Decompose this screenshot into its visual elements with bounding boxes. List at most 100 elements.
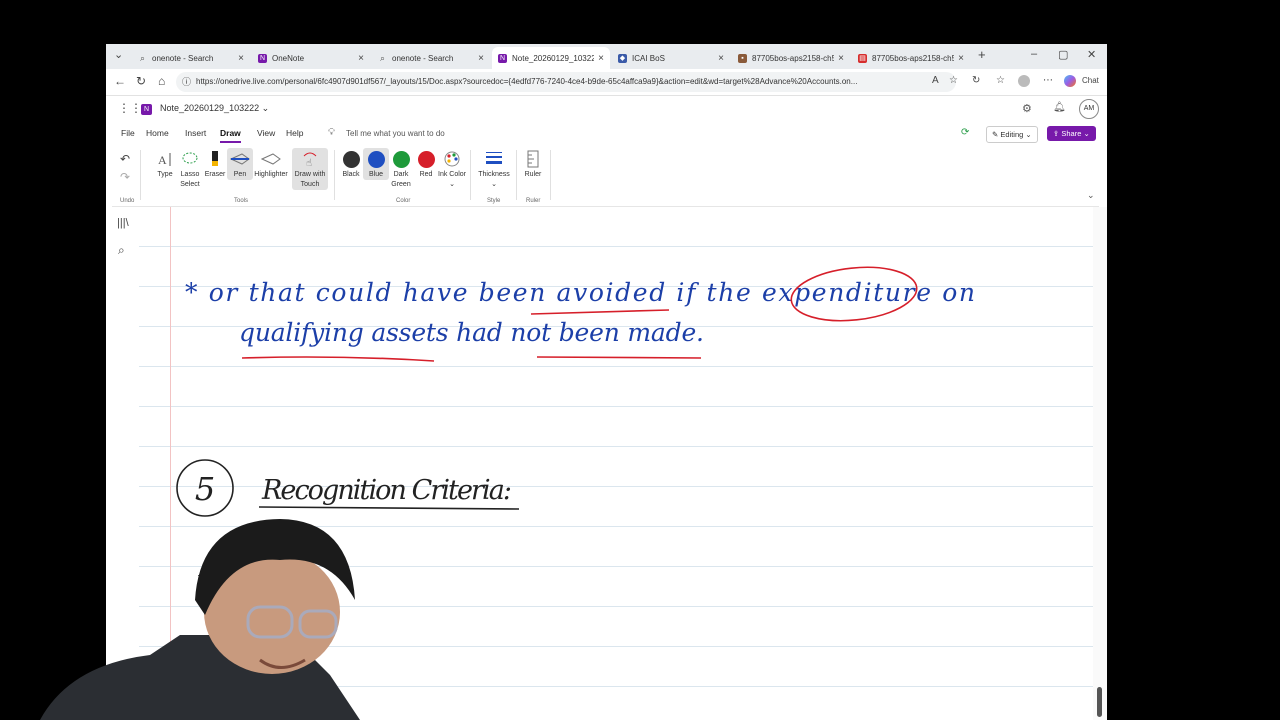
tab-pdf-1[interactable]: ▪ 87705bos-aps2158-ch5u × <box>732 47 850 69</box>
webcam-presenter-overlay <box>40 519 360 720</box>
pen-tool[interactable]: Pen <box>227 148 253 180</box>
refresh-icon[interactable]: ↻ <box>136 74 146 88</box>
color-dark-green-button[interactable]: Dark Green <box>388 148 414 190</box>
ruler-button[interactable]: Ruler <box>520 148 546 180</box>
color-label: Dark Green <box>391 171 411 188</box>
more-menu-icon[interactable]: ⋯ <box>1043 75 1053 86</box>
ink-line-1: * or that could have been avoided if the… <box>185 278 975 307</box>
close-window-icon[interactable]: ✕ <box>1087 48 1096 61</box>
maximize-icon[interactable]: ▢ <box>1058 48 1068 61</box>
tab-onenote[interactable]: N OneNote × <box>252 47 370 69</box>
ribbon-divider <box>516 150 517 200</box>
notification-bell-icon[interactable]: 🔔︎ <box>1053 102 1066 113</box>
close-tab-icon[interactable]: × <box>838 53 844 64</box>
color-red-button[interactable]: Red <box>413 148 439 180</box>
tool-label: Eraser <box>204 171 226 178</box>
minimize-icon[interactable]: – <box>1031 48 1037 60</box>
palette-icon <box>438 148 466 170</box>
notebooks-icon[interactable]: |||\ <box>117 217 129 229</box>
pen-icon <box>227 148 253 170</box>
back-icon[interactable]: ← <box>114 74 126 88</box>
menu-file[interactable]: File <box>121 128 135 138</box>
refresh-extension-icon[interactable]: ↻ <box>972 75 980 86</box>
color-label: Blue <box>368 171 383 178</box>
read-aloud-icon[interactable]: A <box>932 75 939 86</box>
collapse-ribbon-icon[interactable]: ⌄ <box>1087 190 1095 201</box>
ruler-icon <box>520 148 546 170</box>
close-tab-icon[interactable]: × <box>478 53 484 64</box>
heading-text: Recognition Criteria: <box>261 475 512 506</box>
highlighter-tool[interactable]: Highlighter <box>254 148 288 180</box>
menu-help[interactable]: Help <box>286 128 303 138</box>
tab-title: onenote - Search <box>392 53 454 63</box>
color-label: Red <box>419 171 433 178</box>
app-launcher-icon[interactable]: ⋮⋮ <box>118 101 142 115</box>
onenote-icon: N <box>258 53 267 63</box>
lasso-select-tool[interactable]: Lasso Select <box>177 148 203 190</box>
tab-actions-chevron-icon[interactable]: ⌄ <box>114 48 123 61</box>
tab-title: 87705bos-aps2158-ch5u <box>872 53 955 63</box>
lightbulb-icon: 💡︎ <box>328 127 335 138</box>
lasso-icon <box>177 148 203 170</box>
address-bar-row: ← ↻ ⌂ ⓘ https://onedrive.live.com/person… <box>106 69 1107 96</box>
tab-onenote-search-1[interactable]: ⌕ onenote - Search × <box>132 47 250 69</box>
onenote-header: ⋮⋮ N Note_20260129_103222 ⌄ ⚙ 🔔︎ AM <box>106 96 1107 122</box>
chat-label[interactable]: Chat <box>1082 76 1099 85</box>
tab-title: 87705bos-aps2158-ch5u <box>752 53 835 63</box>
tool-label: Lasso Select <box>180 171 200 188</box>
menu-home[interactable]: Home <box>146 128 169 138</box>
favorites-icon[interactable]: ☆ <box>996 75 1005 86</box>
tab-pdf-2[interactable]: ▤ 87705bos-aps2158-ch5u × <box>852 47 970 69</box>
tell-me-search[interactable]: Tell me what you want to do <box>346 129 445 138</box>
eraser-icon <box>202 148 228 170</box>
close-tab-icon[interactable]: × <box>958 53 964 64</box>
close-tab-icon[interactable]: × <box>718 53 724 64</box>
menu-draw[interactable]: Draw <box>220 128 241 143</box>
type-tool[interactable]: A Type <box>152 148 178 180</box>
editing-mode-button[interactable]: ✎ Editing ⌄ <box>986 126 1038 143</box>
blue-swatch-icon <box>367 150 385 168</box>
doc-title[interactable]: Note_20260129_103222 ⌄ <box>160 103 269 114</box>
touch-draw-icon: ☝ <box>292 148 328 170</box>
new-tab-button[interactable]: + <box>978 47 986 62</box>
user-avatar[interactable]: AM <box>1079 99 1099 119</box>
favorite-star-icon[interactable]: ☆ <box>949 75 958 86</box>
ink-color-button[interactable]: Ink Color ⌄ <box>438 148 466 190</box>
color-group-label: Color <box>396 198 411 204</box>
search-icon: ⌕ <box>379 52 386 63</box>
document-icon: ▪ <box>738 53 747 63</box>
color-black-button[interactable]: Black <box>338 148 364 180</box>
thickness-button[interactable]: Thickness ⌄ <box>476 148 512 190</box>
color-blue-button[interactable]: Blue <box>363 148 389 180</box>
eraser-tool[interactable]: Eraser <box>202 148 228 180</box>
settings-gear-icon[interactable]: ⚙ <box>1022 102 1032 115</box>
url-field[interactable]: ⓘ https://onedrive.live.com/personal/6fc… <box>176 72 956 92</box>
scrollbar-thumb[interactable] <box>1097 687 1102 717</box>
home-icon[interactable]: ⌂ <box>158 74 165 88</box>
close-tab-icon[interactable]: × <box>598 53 604 64</box>
menu-insert[interactable]: Insert <box>185 128 206 138</box>
site-info-icon[interactable]: ⓘ <box>182 72 191 92</box>
close-tab-icon[interactable]: × <box>238 53 244 64</box>
vertical-scrollbar[interactable] <box>1093 207 1107 720</box>
close-tab-icon[interactable]: × <box>358 53 364 64</box>
copilot-icon[interactable] <box>1064 75 1076 87</box>
redo-button[interactable]: ↷ <box>114 166 136 188</box>
tab-icai-bos[interactable]: ◆ ICAI BoS × <box>612 47 730 69</box>
draw-with-touch-tool[interactable]: ☝ Draw with Touch <box>292 148 328 190</box>
tab-onenote-search-2[interactable]: ⌕ onenote - Search × <box>372 47 490 69</box>
color-label: Black <box>342 171 360 178</box>
underline-been-avoided <box>530 309 670 315</box>
svg-text:☝: ☝ <box>306 158 312 167</box>
menu-view[interactable]: View <box>257 128 275 138</box>
tool-label: Draw with Touch <box>294 171 326 188</box>
tab-note-active[interactable]: N Note_20260129_103222 × <box>492 47 610 69</box>
share-button[interactable]: ⇪ Share ⌄ <box>1047 126 1096 141</box>
tool-label: Type <box>157 171 173 178</box>
onenote-icon: N <box>498 53 507 63</box>
ink-color-label: Ink Color <box>438 171 467 178</box>
red-swatch-icon <box>417 150 435 168</box>
underline-qualifying-assets <box>241 356 435 362</box>
search-notes-icon[interactable]: ⌕ <box>118 243 125 258</box>
profile-avatar-icon[interactable] <box>1018 75 1030 87</box>
